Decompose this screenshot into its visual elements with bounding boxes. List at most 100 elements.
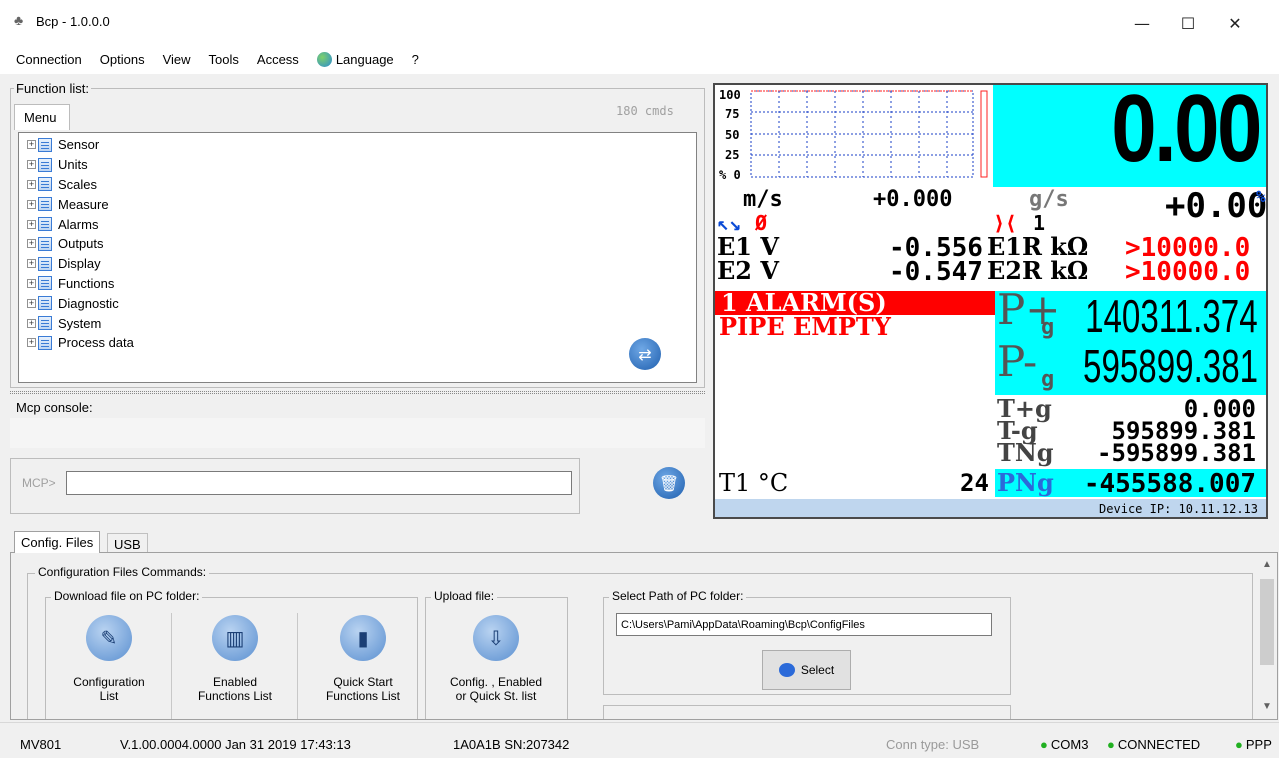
tab-menu[interactable]: Menu <box>14 104 70 130</box>
p-plus-unit: g <box>1041 315 1055 340</box>
tree-item-functions[interactable]: + Functions <box>19 274 696 294</box>
maximize-button[interactable]: ☐ <box>1165 8 1211 38</box>
e2r-label: E2R kΩ <box>987 256 1089 285</box>
expand-icon[interactable]: + <box>27 140 36 150</box>
tree-item-scales[interactable]: + Scales <box>19 175 696 195</box>
expand-icon[interactable]: + <box>27 278 36 288</box>
expand-icon[interactable]: + <box>27 160 36 170</box>
enabled-functions-button[interactable]: ▥ Enabled Functions List <box>175 615 295 703</box>
command-count: 180 cmds <box>616 104 674 118</box>
bar-chart-icon: ▮ <box>340 615 386 661</box>
upload-file-button[interactable]: ⇩ Config. , Enabled or Quick St. list <box>436 615 556 703</box>
rate-count: 1 <box>1033 211 1046 235</box>
splitter[interactable] <box>10 391 705 394</box>
folder-icon <box>778 663 795 677</box>
tree-item-alarms[interactable]: + Alarms <box>19 214 696 234</box>
list-icon <box>38 276 52 291</box>
console-prompt: MCP> <box>22 476 56 490</box>
scrollbar-thumb[interactable] <box>1260 579 1274 665</box>
tree-item-process-data[interactable]: + Process data <box>19 333 696 353</box>
config-commands-title: Configuration Files Commands: <box>35 565 210 579</box>
button-line1: Configuration <box>73 675 145 689</box>
list-icon <box>38 157 52 172</box>
com-port-status: ● COM3 <box>1040 737 1088 752</box>
cross-symbol: ⟩⟨ <box>993 211 1018 235</box>
window-title: Bcp - 1.0.0.0 <box>36 14 110 29</box>
vertical-scrollbar[interactable]: ▲ ▼ <box>1257 553 1277 719</box>
firmware-version: V.1.00.0004.0000 Jan 31 2019 17:43:13 <box>120 737 351 752</box>
protocol-status: ● PPP <box>1235 737 1272 752</box>
tree-item-system[interactable]: + System <box>19 313 696 333</box>
tree-item-label: Functions <box>58 275 115 291</box>
configuration-list-button[interactable]: ✎ Configuration List <box>49 615 169 703</box>
expand-icon[interactable]: + <box>27 219 36 229</box>
minimize-button[interactable]: — <box>1119 8 1165 38</box>
tree-item-measure[interactable]: + Measure <box>19 194 696 214</box>
tab-config-files[interactable]: Config. Files <box>14 531 101 553</box>
tree-item-sensor[interactable]: + Sensor <box>19 135 696 155</box>
list-icon <box>38 137 52 152</box>
refresh-button[interactable]: ⇄ <box>629 338 661 370</box>
menu-help[interactable]: ? <box>412 52 419 67</box>
e2-label: E2 V <box>717 256 779 285</box>
menu-options[interactable]: Options <box>100 52 145 67</box>
tn-value: -595899.381 <box>1097 439 1256 467</box>
expand-icon[interactable]: + <box>27 298 36 308</box>
device-display: 100 75 50 25 % 0 0.00 m/s +0.000 g/s +0.… <box>713 83 1268 519</box>
menu-language[interactable]: Language <box>316 51 394 67</box>
select-folder-button[interactable]: Select <box>762 650 851 690</box>
list-icon <box>38 197 52 212</box>
divider <box>171 613 172 719</box>
expand-icon[interactable]: + <box>27 338 36 348</box>
tree-item-units[interactable]: + Units <box>19 155 696 175</box>
clear-console-button[interactable]: 🗑 <box>653 467 685 499</box>
status-dot-icon: ● <box>1107 737 1115 752</box>
path-input[interactable] <box>616 613 992 636</box>
quick-start-button[interactable]: ▮ Quick Start Functions List <box>303 615 423 703</box>
tree-item-diagnostic[interactable]: + Diagnostic <box>19 293 696 313</box>
direction-arrows-icon: ↖↘ <box>717 211 742 235</box>
tree-item-label: Alarms <box>58 216 99 232</box>
button-line2: or Quick St. list <box>455 689 537 703</box>
graph-tick: 100 <box>719 88 741 102</box>
tn-label: TNg <box>997 438 1054 467</box>
bar-list-icon: ▥ <box>212 615 258 661</box>
connection-type: Conn type: USB <box>886 737 980 752</box>
graph-tick: 75 <box>725 107 740 121</box>
e2-value: -0.547 <box>889 257 983 287</box>
expand-icon[interactable]: + <box>27 179 36 189</box>
menu-connection[interactable]: Connection <box>16 52 82 67</box>
expand-icon[interactable]: + <box>27 239 36 249</box>
rate-suffix: % <box>1256 187 1266 206</box>
expand-icon[interactable]: + <box>27 318 36 328</box>
tab-usb[interactable]: USB <box>107 533 148 553</box>
flow-value: +0.000 <box>873 187 953 212</box>
scroll-up-icon[interactable]: ▲ <box>1262 559 1272 570</box>
pn-value: -455588.007 <box>1083 469 1256 499</box>
p-minus-unit: g <box>1041 367 1055 392</box>
p-plus-value: 140311.374 <box>1085 290 1258 342</box>
flow-unit: m/s <box>743 187 783 212</box>
expand-icon[interactable]: + <box>27 199 36 209</box>
tree-item-label: Display <box>58 256 101 272</box>
empty-symbol: Ø <box>755 211 768 235</box>
menu-tools[interactable]: Tools <box>209 52 239 67</box>
function-list-title: Function list: <box>14 81 91 96</box>
tree-item-outputs[interactable]: + Outputs <box>19 234 696 254</box>
config-files-panel: Configuration Files Commands: Download f… <box>10 552 1278 720</box>
expand-icon[interactable]: + <box>27 259 36 269</box>
scroll-down-icon[interactable]: ▼ <box>1262 701 1272 712</box>
tree-item-label: Sensor <box>58 137 100 153</box>
globe-icon <box>316 51 332 67</box>
menu-access[interactable]: Access <box>257 52 299 67</box>
tree-item-display[interactable]: + Display <box>19 254 696 274</box>
console-input[interactable] <box>66 471 572 495</box>
t1-value: 24 <box>960 469 989 497</box>
menu-view[interactable]: View <box>163 52 191 67</box>
list-icon <box>38 256 52 271</box>
close-button[interactable]: ✕ <box>1212 8 1258 38</box>
function-tree: + Sensor + Units + Scales + Measure + Alarms … <box>18 132 697 383</box>
flow-graph: 100 75 50 25 % 0 <box>719 87 989 183</box>
connection-status: ● CONNECTED <box>1107 737 1200 752</box>
select-path-title: Select Path of PC folder: <box>609 589 747 603</box>
